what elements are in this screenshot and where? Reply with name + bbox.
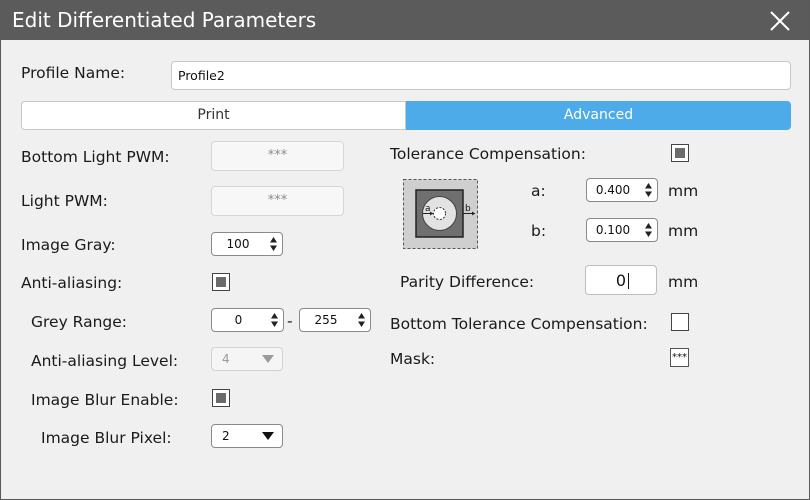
b-label: b:: [531, 222, 547, 240]
a-label: a:: [531, 182, 546, 200]
image-blur-enable-label: Image Blur Enable:: [31, 391, 179, 409]
image-gray-spinbox[interactable]: 100: [211, 232, 283, 256]
image-blur-pixel-dropdown[interactable]: 2: [211, 424, 283, 448]
spin-arrows-icon[interactable]: [644, 222, 653, 238]
text-cursor: [628, 273, 629, 289]
spin-arrows-icon[interactable]: [270, 312, 279, 328]
profile-name-label: Profile Name:: [21, 64, 126, 82]
spin-arrows-icon[interactable]: [357, 312, 366, 328]
spin-arrows-icon[interactable]: [644, 182, 653, 198]
anti-aliasing-checkbox[interactable]: [212, 273, 230, 291]
b-value: 0.100: [595, 223, 631, 237]
image-gray-label: Image Gray:: [21, 236, 116, 254]
bottom-tolerance-checkbox[interactable]: [671, 313, 689, 331]
bottom-light-pwm-label: Bottom Light PWM:: [21, 148, 170, 166]
anti-aliasing-level-value: 4: [222, 352, 230, 366]
close-icon[interactable]: [769, 10, 791, 32]
bottom-light-pwm-field[interactable]: ***: [211, 141, 344, 171]
image-gray-value: 100: [226, 237, 250, 251]
image-blur-pixel-label: Image Blur Pixel:: [41, 429, 172, 447]
mask-label: Mask:: [390, 350, 436, 368]
tab-advanced[interactable]: Advanced: [406, 101, 791, 130]
image-blur-pixel-value: 2: [222, 429, 230, 443]
light-pwm-label: Light PWM:: [21, 192, 108, 210]
light-pwm-field[interactable]: ***: [211, 186, 344, 216]
tolerance-diagram-icon: a b: [403, 179, 478, 249]
profile-name-input[interactable]: Profile2: [171, 61, 791, 90]
image-blur-enable-checkbox[interactable]: [212, 389, 230, 407]
grey-range-max-value: 255: [314, 313, 338, 327]
bottom-light-pwm-value: ***: [267, 148, 288, 163]
parity-difference-input[interactable]: 0: [585, 265, 657, 295]
spin-arrows-icon[interactable]: [269, 236, 278, 252]
anti-aliasing-level-label: Anti-aliasing Level:: [31, 352, 179, 370]
tolerance-compensation-checkbox[interactable]: [671, 144, 689, 162]
a-unit: mm: [668, 182, 699, 200]
diagram-a-label: a: [425, 204, 431, 214]
parity-difference-value: 0: [615, 271, 627, 290]
grey-range-min-spinbox[interactable]: 0: [211, 308, 284, 332]
chevron-down-icon: [262, 432, 274, 440]
edit-parameters-dialog: Edit Differentiated Parameters Profile N…: [0, 0, 810, 500]
b-unit: mm: [668, 222, 699, 240]
profile-name-value: Profile2: [178, 68, 225, 83]
bottom-tolerance-label: Bottom Tolerance Compensation:: [390, 315, 648, 333]
grey-range-label: Grey Range:: [31, 313, 128, 331]
b-spinbox[interactable]: 0.100: [586, 218, 658, 242]
tab-print[interactable]: Print: [21, 101, 406, 130]
grey-range-max-spinbox[interactable]: 255: [299, 308, 371, 332]
chevron-down-icon: [262, 355, 274, 363]
diagram-b-label: b: [465, 204, 471, 214]
parity-difference-unit: mm: [668, 273, 699, 291]
parity-difference-label: Parity Difference:: [400, 273, 535, 291]
grey-range-separator: -: [287, 312, 293, 330]
a-value: 0.400: [595, 183, 631, 197]
grey-range-min-value: 0: [234, 313, 243, 327]
a-spinbox[interactable]: 0.400: [586, 178, 658, 202]
light-pwm-value: ***: [267, 193, 288, 208]
anti-aliasing-level-dropdown[interactable]: 4: [211, 347, 283, 371]
dialog-title: Edit Differentiated Parameters: [12, 8, 317, 32]
anti-aliasing-label: Anti-aliasing:: [21, 274, 123, 292]
mask-button[interactable]: ***: [670, 348, 689, 367]
tolerance-compensation-label: Tolerance Compensation:: [390, 145, 586, 163]
title-bar: Edit Differentiated Parameters: [1, 1, 809, 40]
